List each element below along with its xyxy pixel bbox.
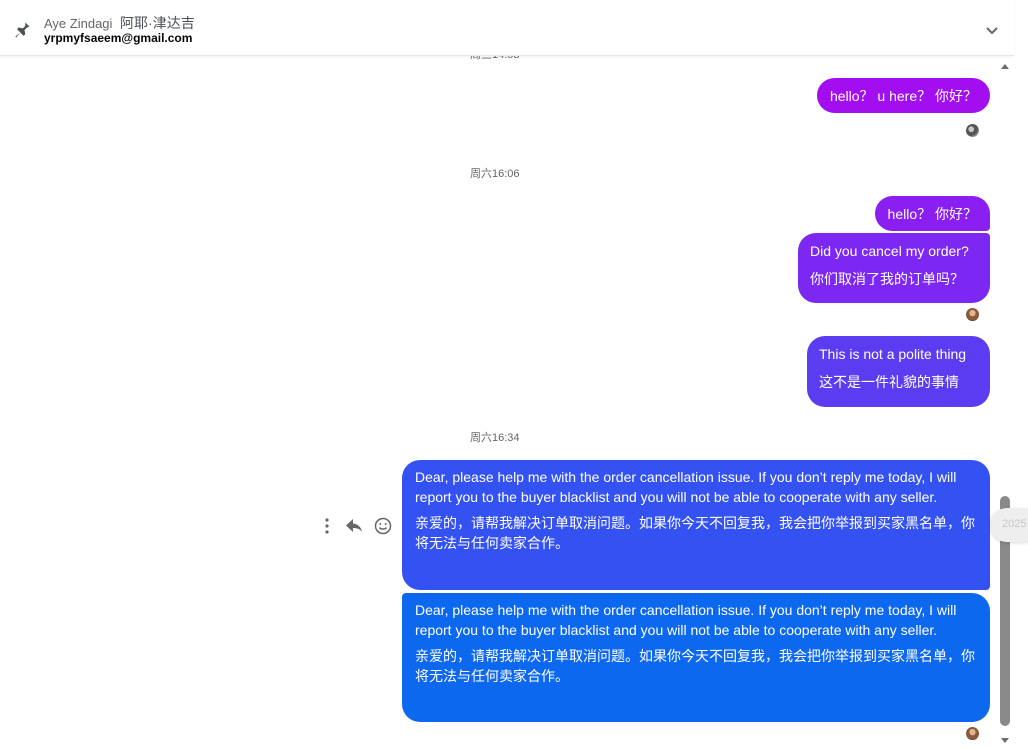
message-text-cn: 这不是一件礼貌的事情: [819, 374, 959, 390]
message-text: hello？ u here？ 你好？: [829, 88, 977, 104]
message-bubble[interactable]: Dear, please help me with the order canc…: [402, 593, 990, 722]
emoji-reaction-icon[interactable]: [373, 516, 393, 536]
message-actions: [318, 516, 394, 536]
read-receipt-avatar: [966, 124, 979, 137]
message-bubble[interactable]: Dear, please help me with the order canc…: [402, 460, 990, 590]
more-options-icon[interactable]: [318, 516, 338, 536]
reply-icon[interactable]: [344, 516, 364, 536]
message-text-cn: 亲爱的，请帮我解决订单取消问题。如果你今天不回复我，我会把你举报到买家黑名单，你…: [415, 648, 975, 684]
message-text-en: This is not a polite thing: [819, 346, 967, 362]
message-text-en: Did you cancel my order?: [810, 243, 969, 259]
date-pill: 2025: [990, 508, 1028, 542]
contact-name-en: Aye Zindagi: [44, 16, 113, 31]
message-bubble[interactable]: hello？ 你好？: [874, 196, 990, 231]
pin-icon[interactable]: [12, 20, 32, 40]
message-bubble[interactable]: hello？ u here？ 你好？: [816, 78, 990, 113]
message-text-cn: 你们取消了我的订单吗？: [810, 271, 964, 287]
timestamp: 周六16:34: [470, 432, 520, 444]
read-receipt-avatar: [966, 308, 979, 321]
read-receipt-avatar: [966, 727, 979, 740]
message-bubble[interactable]: Did you cancel my order? 你们取消了我的订单吗？: [798, 233, 990, 303]
message-bubble[interactable]: This is not a polite thing 这不是一件礼貌的事情: [807, 336, 990, 407]
contact-email: yrpmyfsaeem@gmail.com: [44, 31, 193, 45]
contact-name-cn: 阿耶·津达吉: [120, 15, 195, 31]
conversation-header: Aye Zindagi 阿耶·津达吉 yrpmyfsaeem@gmail.com: [0, 0, 1014, 56]
message-text-en: Dear, please help me with the order canc…: [415, 469, 957, 505]
contact-name: Aye Zindagi 阿耶·津达吉: [44, 13, 195, 33]
date-pill-text: 2025: [1002, 518, 1027, 530]
scroll-up-arrow[interactable]: [1001, 58, 1009, 69]
message-text-en: Dear, please help me with the order canc…: [415, 602, 957, 638]
message-text-cn: 亲爱的，请帮我解决订单取消问题。如果你今天不回复我，我会把你举报到买家黑名单，你…: [415, 515, 975, 551]
scroll-down-arrow[interactable]: [1001, 731, 1009, 743]
timestamp: 周六16:06: [470, 168, 520, 180]
message-text: hello？ 你好？: [887, 206, 977, 222]
chevron-down-icon[interactable]: [984, 22, 1000, 38]
